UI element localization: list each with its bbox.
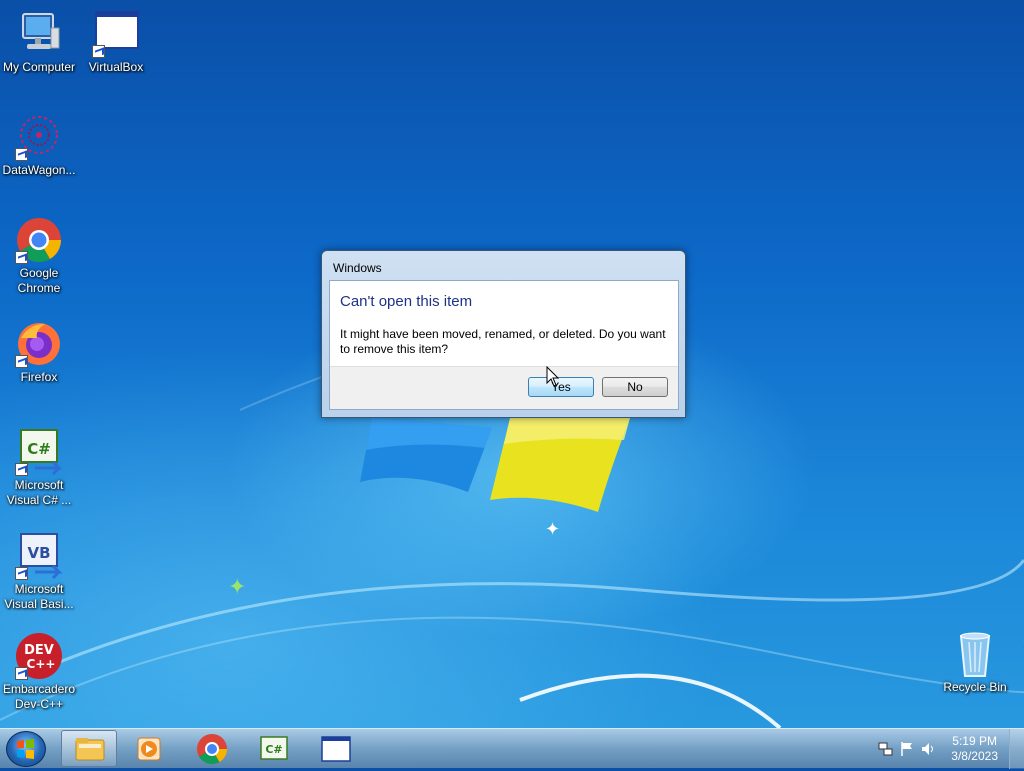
virtualbox-icon [92,10,140,58]
desktop-icon-label: Embarcadero Dev-C++ [2,682,76,711]
svg-text:VB: VB [27,544,50,562]
svg-text:DEV: DEV [24,643,54,658]
taskbar-visual-csharp[interactable]: C# [246,730,302,767]
clock[interactable]: 5:19 PM 3/8/2023 [951,734,998,764]
svg-text:✦: ✦ [228,575,246,600]
visual-csharp-icon: C# [260,736,288,760]
action-center-flag-icon[interactable] [899,741,915,757]
desktop-icon-visual-basic[interactable]: VB Microsoft Visual Basi... [1,532,77,612]
taskbar: C# 5:19 PM 3/8/2023 [0,728,1024,769]
chrome-icon [15,216,63,264]
desktop-icon-label: Firefox [20,370,58,384]
visual-basic-icon: VB [15,532,63,580]
desktop-icon-devcpp[interactable]: DEV C++ Embarcadero Dev-C++ [1,632,77,712]
windows-logo [360,418,630,512]
taskbar-explorer[interactable] [61,730,117,767]
no-button[interactable]: No [602,377,668,397]
shortcut-arrow-icon [92,45,105,58]
dialog-heading: Can't open this item [340,293,473,310]
desktop-icon-firefox[interactable]: Firefox [1,320,77,385]
visual-csharp-icon: C# [15,428,63,476]
svg-text:C++: C++ [27,657,56,671]
desktop-icon-visual-csharp[interactable]: C# Microsoft Visual C# ... [1,428,77,508]
window-icon [321,736,351,762]
windows-logo-icon [17,739,34,759]
shortcut-arrow-icon [15,148,28,161]
clock-date: 3/8/2023 [951,749,998,763]
taskbar-chrome[interactable] [184,730,240,767]
svg-text:C#: C# [265,743,282,756]
recycle-bin-icon [951,630,999,678]
desktop-icon-label: DataWagon... [2,163,76,177]
clock-time: 5:19 PM [952,734,997,748]
shortcut-arrow-icon [15,667,28,680]
dialog-message: It might have been moved, renamed, or de… [340,327,666,356]
desktop-icon-label: Recycle Bin [943,680,1007,694]
computer-icon [15,10,63,58]
volume-icon[interactable] [920,741,936,757]
desktop-icon-label: Microsoft Visual C# ... [6,478,72,507]
shortcut-arrow-icon [15,355,28,368]
system-tray: 5:19 PM 3/8/2023 [854,729,1024,769]
dialog-body: Can't open this item It might have been … [329,280,679,410]
svg-text:✦: ✦ [545,519,560,540]
svg-text:C#: C# [27,440,51,458]
desktop-icon-datawagon[interactable]: DataWagon... [1,113,77,178]
desktop-icon-label: Microsoft Visual Basi... [4,582,74,611]
desktop-icon-label: My Computer [2,60,76,74]
desktop-icon-my-computer[interactable]: My Computer [1,10,77,75]
shortcut-arrow-icon [15,463,28,476]
datawagon-icon [15,113,63,161]
shortcut-arrow-icon [15,251,28,264]
yes-button[interactable]: Yes [528,377,594,397]
desktop-icon-virtualbox[interactable]: VirtualBox [78,10,154,75]
show-desktop-button[interactable] [1009,729,1024,769]
explorer-icon [75,738,105,761]
desktop-icon-google-chrome[interactable]: Google Chrome [1,216,77,296]
cant-open-dialog[interactable]: Windows Can't open this item It might ha… [321,250,686,418]
chrome-icon [197,734,227,765]
start-button[interactable] [6,731,46,767]
shortcut-arrow-icon [15,567,28,580]
media-player-icon [137,737,161,761]
dialog-title: Windows [333,261,382,275]
taskbar-window[interactable] [308,730,364,767]
dialog-button-bar: Yes No [330,366,678,409]
network-icon[interactable] [878,741,894,757]
taskbar-media-player[interactable] [122,730,178,767]
mouse-cursor-icon [546,366,560,387]
desktop[interactable]: ✦ ✦ My Computer VirtualBox DataWagon... … [0,0,1024,728]
desktop-icon-label: Google Chrome [17,266,61,295]
desktop-icon-label: VirtualBox [88,60,144,74]
firefox-icon [15,320,63,368]
devcpp-icon: DEV C++ [15,632,63,680]
desktop-icon-recycle-bin[interactable]: Recycle Bin [937,630,1013,695]
